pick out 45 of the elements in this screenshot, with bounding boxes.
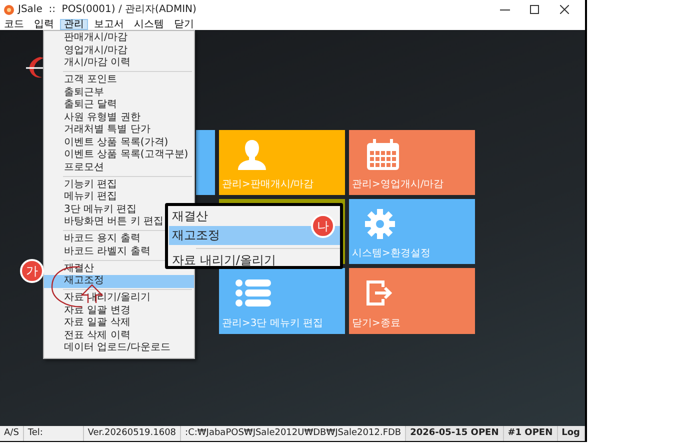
exit-icon	[365, 279, 393, 307]
dropdown-menu-item[interactable]: 출퇴근 달력	[44, 99, 194, 112]
settings-icon	[365, 208, 395, 238]
menu-bar-item[interactable]: 코드	[0, 19, 28, 30]
tile-label: 관리>영업개시/마감	[351, 179, 445, 192]
zoomed-menu-item[interactable]: 자료 내리기/올리기	[169, 251, 340, 266]
calendar-icon	[365, 138, 401, 170]
person-icon	[235, 138, 269, 172]
status-bar-field: Ver.20260519.1608	[84, 426, 182, 441]
menu-bar-item[interactable]: 입력	[30, 19, 58, 30]
dropdown-menu-item[interactable]: 고객 포인트	[44, 74, 194, 86]
dropdown-menu-item[interactable]: 이벤트 상품 목록(가격)	[44, 136, 194, 149]
menu-bar-item[interactable]: 보고서	[90, 19, 128, 30]
dropdown-menu-item[interactable]: 자료 일괄 삭제	[44, 317, 194, 330]
dropdown-menu-item[interactable]: 전표 삭제 이력	[44, 330, 194, 342]
dropdown-menu-item[interactable]: 거래처별 특별 단가	[44, 124, 194, 136]
status-bar-field: A/S	[0, 426, 24, 441]
close-icon[interactable]	[560, 5, 569, 14]
dropdown-menu-item[interactable]: 재고조정	[44, 275, 194, 288]
tile-label: 관리>판매개시/마감	[221, 179, 315, 192]
dropdown-menu-item[interactable]: 기능키 편집	[44, 178, 194, 191]
menu-bar-item[interactable]: 시스템	[130, 19, 168, 30]
dropdown-menu-item[interactable]: 프로모션	[44, 162, 194, 174]
app-logo-icon	[4, 4, 14, 14]
window-title: JSale :: POS(0001) / 관리자(ADMIN)	[18, 3, 196, 17]
menu-bar-item[interactable]: 관리	[60, 19, 88, 30]
tile-label: 닫기>종료	[351, 318, 402, 331]
dropdown-menu-item[interactable]: 사원 유형별 권한	[44, 112, 194, 124]
menu-tile[interactable]	[196, 130, 215, 195]
status-bar-field: Tel:	[24, 426, 84, 441]
tile-label: 관리>3단 메뉴키 편집	[221, 318, 324, 331]
dropdown-menu-item[interactable]: 판매개시/마감	[44, 32, 194, 44]
dropdown-menu-item[interactable]: 메뉴키 편집	[44, 191, 194, 204]
maximize-icon[interactable]	[530, 5, 539, 14]
status-bar-field: Log	[558, 426, 585, 441]
dropdown-menu-item[interactable]: 이벤트 상품 목록(고객구분)	[44, 149, 194, 162]
dropdown-menu-item[interactable]: 데이터 업로드/다운로드	[44, 342, 194, 354]
status-bar-field: #1 OPEN	[504, 426, 558, 441]
dropdown-menu-item[interactable]: 영업개시/마감	[44, 44, 194, 57]
dropdown-menu-item[interactable]: 출퇴근부	[44, 86, 194, 99]
list-icon	[235, 279, 271, 307]
menu-bar-item[interactable]: 닫기	[170, 19, 198, 30]
status-bar-field: 2026-05-15 OPEN	[406, 426, 504, 441]
tile-label: 시스템>환경설정	[351, 248, 432, 261]
dropdown-menu-item[interactable]: 개시/마감 이력	[44, 57, 194, 70]
